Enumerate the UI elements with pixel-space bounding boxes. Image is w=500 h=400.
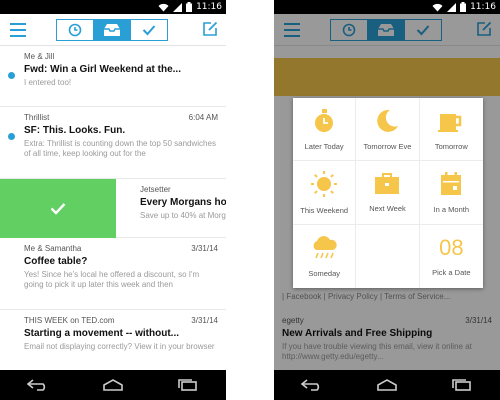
signal-icon [447,2,457,12]
date-number: 08 [439,234,464,260]
email-subject: Every Morgans hot [140,197,226,208]
home-icon[interactable] [102,379,124,391]
coffee-cup-icon [315,108,334,132]
email-subject: SF: This. Looks. Fun. [24,125,126,136]
archive-swipe-action [0,179,116,238]
snooze-later-today[interactable]: Later Today [293,98,357,162]
snooze-someday[interactable]: Someday [293,224,357,288]
archive-check-icon [50,203,66,215]
android-nav-bar [274,370,500,400]
status-bar: 11:16 [0,0,226,14]
snooze-label: Someday [308,268,340,278]
back-icon[interactable] [300,379,323,391]
email-snippet: Extra: Thrillist is counting down the to… [24,139,216,158]
recents-icon[interactable] [177,379,199,391]
inbox-screen: 11:16 Me & Jill Fwd: Win a Girl Weekend … [0,0,226,400]
email-time: 3/31/14 [191,316,218,325]
status-time: 11:16 [196,2,222,12]
email-snippet: I entered too! [24,78,72,87]
home-icon[interactable] [376,379,398,391]
email-from: Me & Samantha [24,244,82,253]
compose-icon[interactable] [202,21,218,37]
recents-icon[interactable] [451,379,473,391]
tab-inbox[interactable] [94,20,131,40]
calendar-icon [441,171,462,195]
email-snippet: Save up to 40% at Morgans Hotel Group pr… [140,211,226,220]
tab-done[interactable] [131,20,167,40]
email-subject: Starting a movement -- without... [24,328,180,339]
briefcase-icon [375,172,400,194]
wifi-icon [158,3,169,11]
snooze-screen: 11:16 | Facebook | Privacy Policy | Term… [274,0,500,400]
rain-cloud-icon [313,235,337,259]
moon-icon [377,109,399,132]
snooze-next-week[interactable]: Next Week [356,161,420,225]
email-row[interactable]: Thrillist 6:04 AM SF: This. Looks. Fun. … [0,107,226,179]
checkmark-icon [142,25,156,36]
clock-icon [68,23,82,37]
mug-icon [438,113,462,132]
menu-icon[interactable] [10,23,26,37]
email-row[interactable]: Me & Samantha 3/31/14 Coffee table? Yes!… [0,238,226,310]
screenshot-stage: 11:16 Me & Jill Fwd: Win a Girl Weekend … [0,0,500,400]
status-time: 11:16 [470,2,496,12]
email-from: Jetsetter [140,185,171,194]
battery-icon [186,2,193,12]
snooze-in-a-month[interactable]: In a Month [419,161,483,225]
email-time: 3/31/14 [191,244,218,253]
snooze-pick-a-date[interactable]: 08 Pick a Date [420,225,483,288]
snooze-label: Next Week [369,203,406,213]
signal-icon [173,2,183,12]
snooze-label: Tomorrow Eve [363,141,412,151]
unread-dot [8,133,15,140]
android-nav-bar [0,370,226,400]
back-icon[interactable] [26,379,49,391]
snooze-label: Tomorrow [434,141,468,151]
email-subject: Fwd: Win a Girl Weekend at the... [24,64,181,75]
email-from: Me & Jill [24,52,55,61]
snooze-empty-slot [356,224,420,288]
snooze-tomorrow-eve[interactable]: Tomorrow Eve [356,98,420,162]
app-toolbar [0,14,226,46]
email-row[interactable]: Me & Jill Fwd: Win a Girl Weekend at the… [0,46,226,107]
email-snippet: Yes! Since he's local he offered a disco… [24,270,200,289]
email-row-swiping[interactable]: Jetsetter Every Morgans hot Save up to 4… [0,179,226,238]
snooze-picker: Later Today Tomorrow Eve Tomorrow This W… [293,98,483,288]
view-switcher [56,19,168,41]
email-subject: Coffee table? [24,256,88,267]
snooze-label: Pick a Date [432,267,471,277]
swiped-email-content: Jetsetter Every Morgans hot Save up to 4… [116,179,226,238]
status-bar: 11:16 [274,0,500,14]
battery-icon [460,2,467,12]
email-row[interactable]: THIS WEEK on TED.com 3/31/14 Starting a … [0,310,226,370]
tab-later[interactable] [57,20,94,40]
email-time: 6:04 AM [188,113,218,122]
snooze-this-weekend[interactable]: This Weekend [293,161,357,225]
email-from: THIS WEEK on TED.com [24,316,115,325]
snooze-label: This Weekend [300,205,349,215]
snooze-label: Later Today [304,141,344,151]
sun-icon [311,170,338,197]
email-snippet: Email not displaying correctly? View it … [24,342,215,351]
snooze-label: In a Month [433,204,470,214]
inbox-tray-icon [104,24,120,36]
snooze-tomorrow[interactable]: Tomorrow [419,98,483,162]
wifi-icon [432,3,443,11]
unread-dot [8,72,15,79]
email-list: Me & Jill Fwd: Win a Girl Weekend at the… [0,46,226,370]
